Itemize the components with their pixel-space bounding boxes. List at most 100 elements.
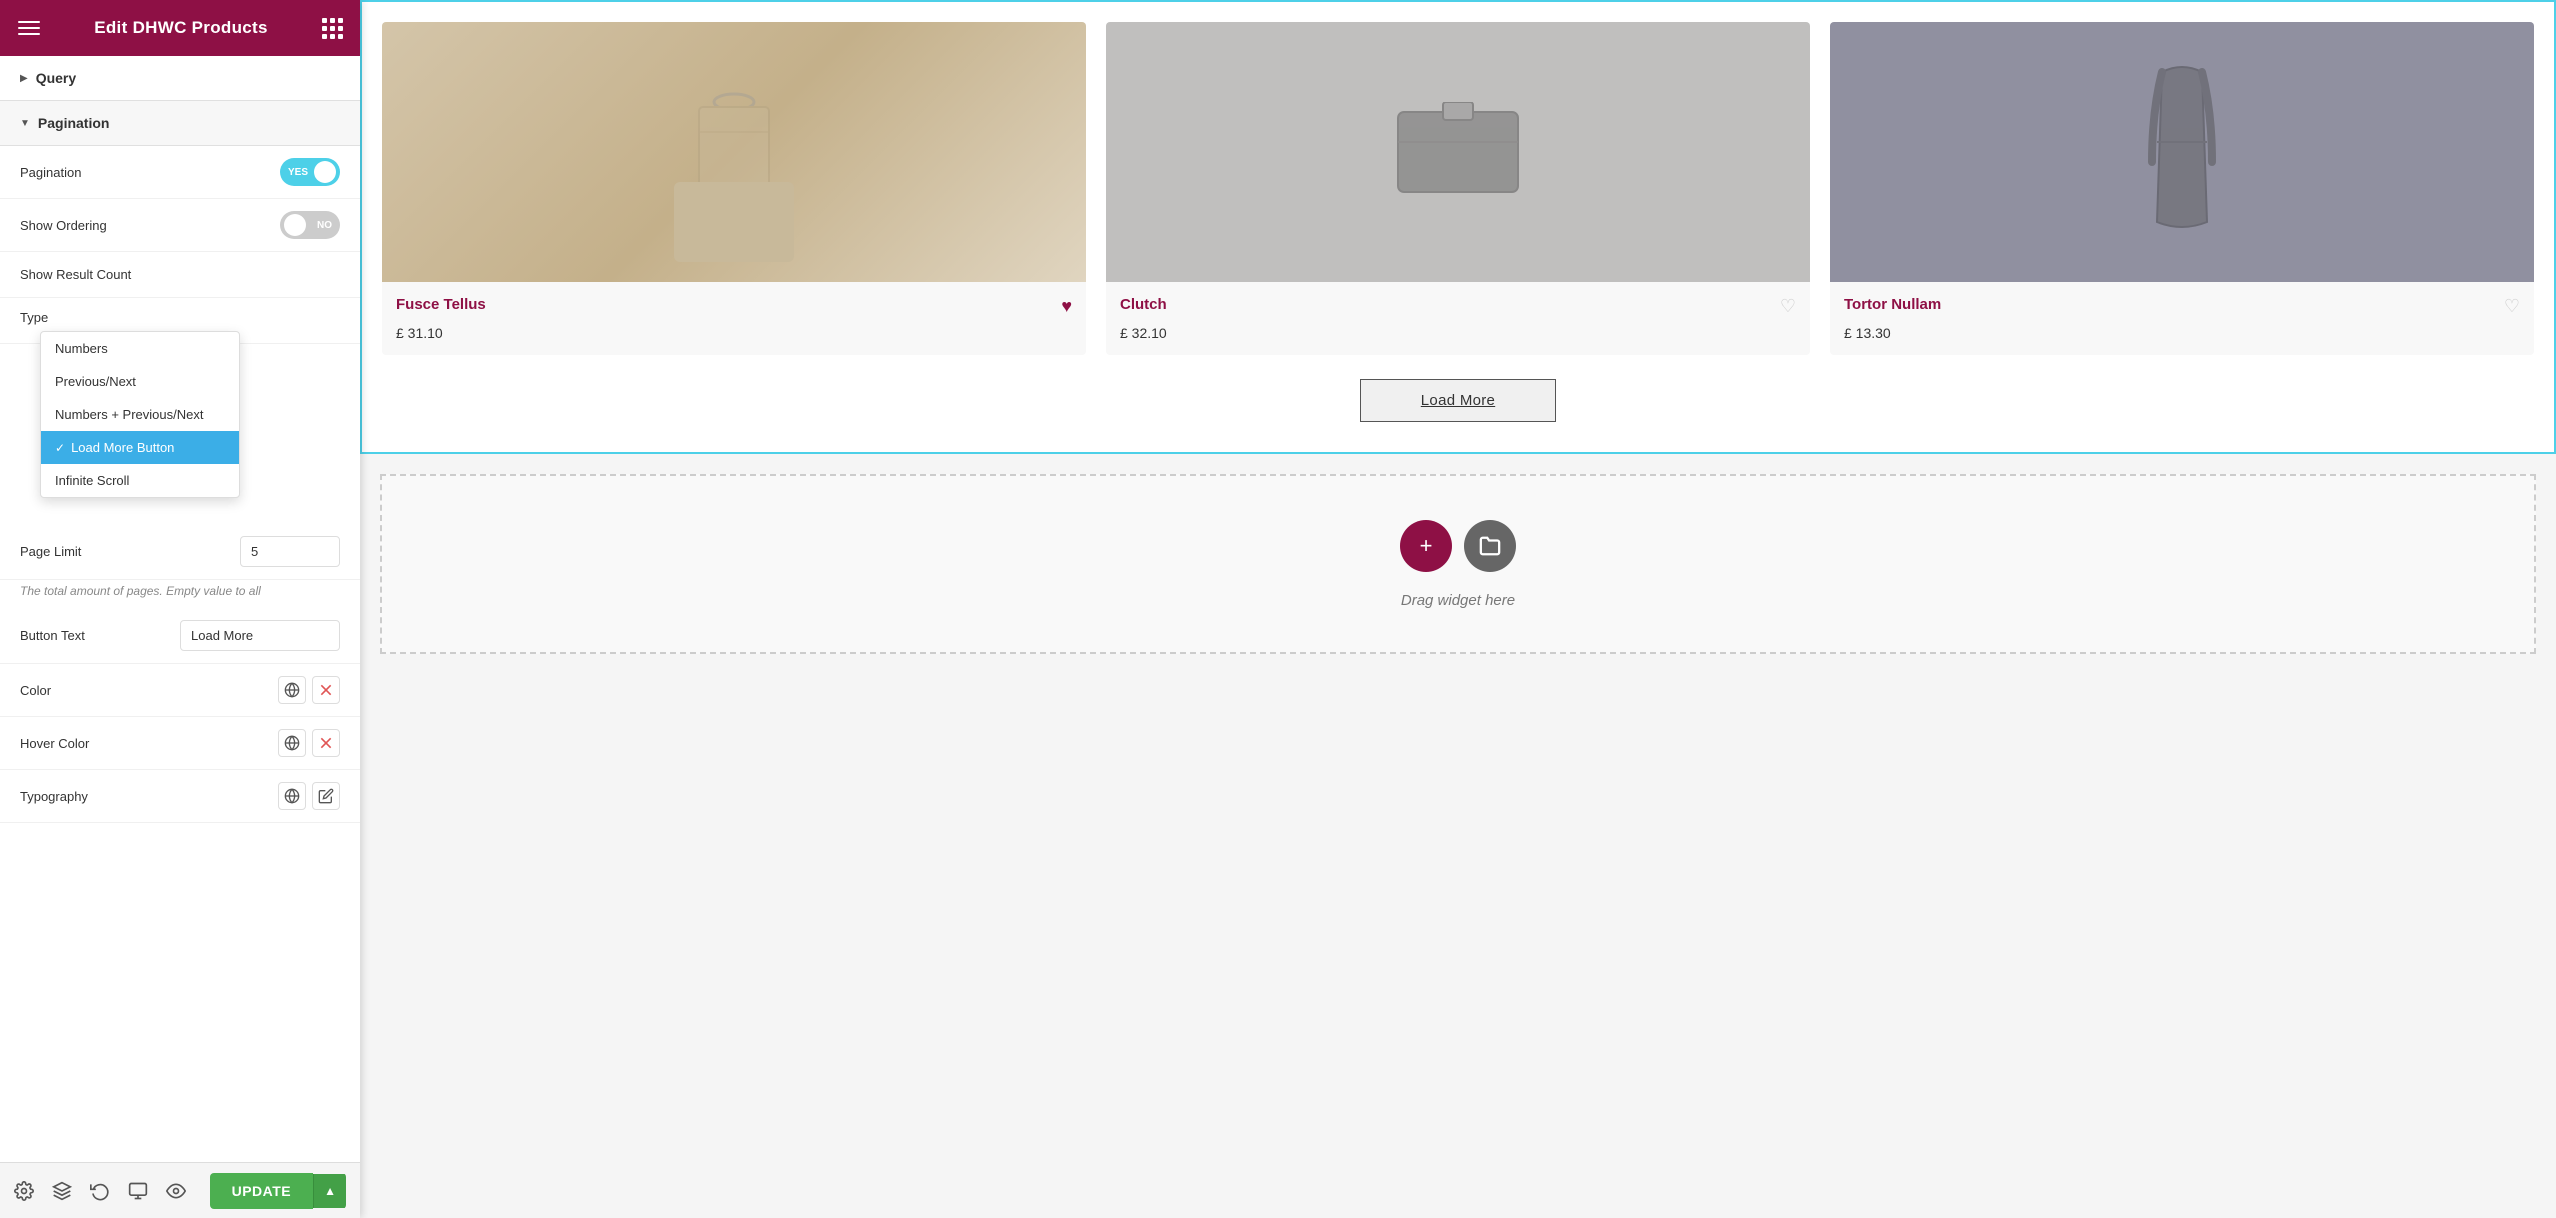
eye-icon[interactable] (166, 1181, 186, 1201)
bottom-toolbar: UPDATE ▲ (0, 1162, 360, 1218)
dropdown-item-numbers-prev-next[interactable]: Numbers + Previous/Next (41, 398, 239, 431)
typography-row: Typography (0, 770, 360, 823)
type-field-row: Type Numbers Previous/Next Numbers + Pre… (0, 298, 360, 344)
show-ordering-toggle[interactable]: NO (280, 211, 340, 239)
dropdown-item-load-more[interactable]: ✓ Load More Button (41, 431, 239, 464)
color-delete-icon[interactable] (312, 676, 340, 704)
pagination-header[interactable]: ▼ Pagination (0, 101, 360, 146)
pagination-toggle[interactable]: YES (280, 158, 340, 186)
color-row: Color (0, 664, 360, 717)
color-global-icon[interactable] (278, 676, 306, 704)
product-heart-2[interactable]: ♡ (1780, 296, 1796, 317)
dropdown-item-load-more-label: Load More Button (71, 440, 174, 455)
typography-global-icon[interactable] (278, 782, 306, 810)
dropdown-item-numbers-prev-next-label: Numbers + Previous/Next (55, 407, 203, 422)
pagination-toggle-control: YES (280, 158, 340, 186)
dropdown-item-infinite-scroll[interactable]: Infinite Scroll (41, 464, 239, 497)
query-label: Query (36, 70, 76, 86)
right-panel: Fusce Tellus ♥ £ 31.10 Clutch ♡ (360, 0, 2556, 1218)
panel-title: Edit DHWC Products (94, 18, 268, 38)
show-ordering-row: Show Ordering NO (0, 199, 360, 252)
history-icon[interactable] (90, 1181, 110, 1201)
product-bag-svg-1 (684, 72, 784, 232)
show-result-count-row: Show Result Count (0, 252, 360, 298)
product-image-3 (1830, 22, 2534, 282)
load-more-button[interactable]: Load More (1360, 379, 1556, 422)
dropdown-item-prev-next[interactable]: Previous/Next (41, 365, 239, 398)
product-card-3: Tortor Nullam ♡ £ 13.30 (1830, 22, 2534, 355)
color-control (278, 676, 340, 704)
product-card-1: Fusce Tellus ♥ £ 31.10 (382, 22, 1086, 355)
product-price-2: £ 32.10 (1106, 325, 1810, 355)
dropdown-item-infinite-scroll-label: Infinite Scroll (55, 473, 129, 488)
products-grid: Fusce Tellus ♥ £ 31.10 Clutch ♡ (382, 22, 2534, 355)
panel-header: Edit DHWC Products (0, 0, 360, 56)
query-arrow-icon: ▶ (20, 73, 28, 84)
product-price-3: £ 13.30 (1830, 325, 2534, 355)
widget-library-button[interactable] (1464, 520, 1516, 572)
product-image-2 (1106, 22, 1810, 282)
pagination-label: Pagination (38, 115, 110, 131)
pagination-field-row: Pagination YES (0, 146, 360, 199)
product-card-2: Clutch ♡ £ 32.10 (1106, 22, 1810, 355)
hover-color-control (278, 729, 340, 757)
drag-widget-text: Drag widget here (1401, 592, 1515, 609)
product-info-1: Fusce Tellus ♥ (382, 282, 1086, 325)
product-name-3[interactable]: Tortor Nullam (1844, 296, 1941, 313)
toolbar-icons (14, 1181, 186, 1201)
product-name-1[interactable]: Fusce Tellus (396, 296, 486, 313)
page-limit-input[interactable] (240, 536, 340, 567)
pagination-toggle-label: YES (288, 167, 308, 178)
button-text-row: Button Text (0, 608, 360, 664)
page-limit-label: Page Limit (20, 544, 240, 559)
hamburger-icon[interactable] (18, 21, 40, 35)
update-button[interactable]: UPDATE (210, 1173, 314, 1209)
page-limit-control (240, 536, 340, 567)
drag-widget-icons: + (1400, 520, 1516, 572)
button-text-label: Button Text (20, 628, 180, 643)
product-image-1 (382, 22, 1086, 282)
show-result-count-label: Show Result Count (20, 267, 340, 282)
pagination-section: ▼ Pagination Pagination YES Show (0, 101, 360, 823)
query-section: ▶ Query (0, 56, 360, 101)
dropdown-item-numbers[interactable]: Numbers (41, 332, 239, 365)
dropdown-item-prev-next-label: Previous/Next (55, 374, 136, 389)
typography-edit-icon[interactable] (312, 782, 340, 810)
pagination-toggle-knob (314, 161, 336, 183)
product-name-2[interactable]: Clutch (1120, 296, 1167, 313)
panel-body: ▶ Query ▼ Pagination Pagination YES (0, 56, 360, 1218)
dropdown-item-numbers-label: Numbers (55, 341, 108, 356)
hover-color-label: Hover Color (20, 736, 278, 751)
show-ordering-toggle-label: NO (317, 220, 332, 231)
product-heart-3[interactable]: ♡ (2504, 296, 2520, 317)
page-limit-helper: The total amount of pages. Empty value t… (0, 580, 360, 608)
hover-color-global-icon[interactable] (278, 729, 306, 757)
page-limit-row: Page Limit (0, 524, 360, 580)
product-info-3: Tortor Nullam ♡ (1830, 282, 2534, 325)
grid-icon[interactable] (322, 18, 342, 39)
typography-control (278, 782, 340, 810)
update-dropdown-button[interactable]: ▲ (313, 1174, 346, 1208)
settings-icon[interactable] (14, 1181, 34, 1201)
show-ordering-toggle-knob (284, 214, 306, 236)
add-widget-button[interactable]: + (1400, 520, 1452, 572)
show-ordering-label: Show Ordering (20, 218, 280, 233)
pagination-field-label: Pagination (20, 165, 280, 180)
show-ordering-control: NO (280, 211, 340, 239)
type-label: Type (20, 310, 340, 325)
layers-icon[interactable] (52, 1181, 72, 1201)
left-panel: Edit DHWC Products ▶ Query ▼ Pagination (0, 0, 360, 1218)
check-icon: ✓ (55, 441, 65, 455)
desktop-icon[interactable] (128, 1181, 148, 1201)
load-more-container: Load More (382, 379, 2534, 422)
query-header[interactable]: ▶ Query (20, 70, 340, 86)
product-bag-svg-2 (1393, 102, 1523, 202)
typography-label: Typography (20, 789, 278, 804)
button-text-input[interactable] (180, 620, 340, 651)
update-btn-wrapper: UPDATE ▲ (210, 1173, 346, 1209)
button-text-control (180, 620, 340, 651)
product-heart-1[interactable]: ♥ (1061, 296, 1072, 317)
hover-color-row: Hover Color (0, 717, 360, 770)
products-area: Fusce Tellus ♥ £ 31.10 Clutch ♡ (360, 0, 2556, 454)
hover-color-delete-icon[interactable] (312, 729, 340, 757)
